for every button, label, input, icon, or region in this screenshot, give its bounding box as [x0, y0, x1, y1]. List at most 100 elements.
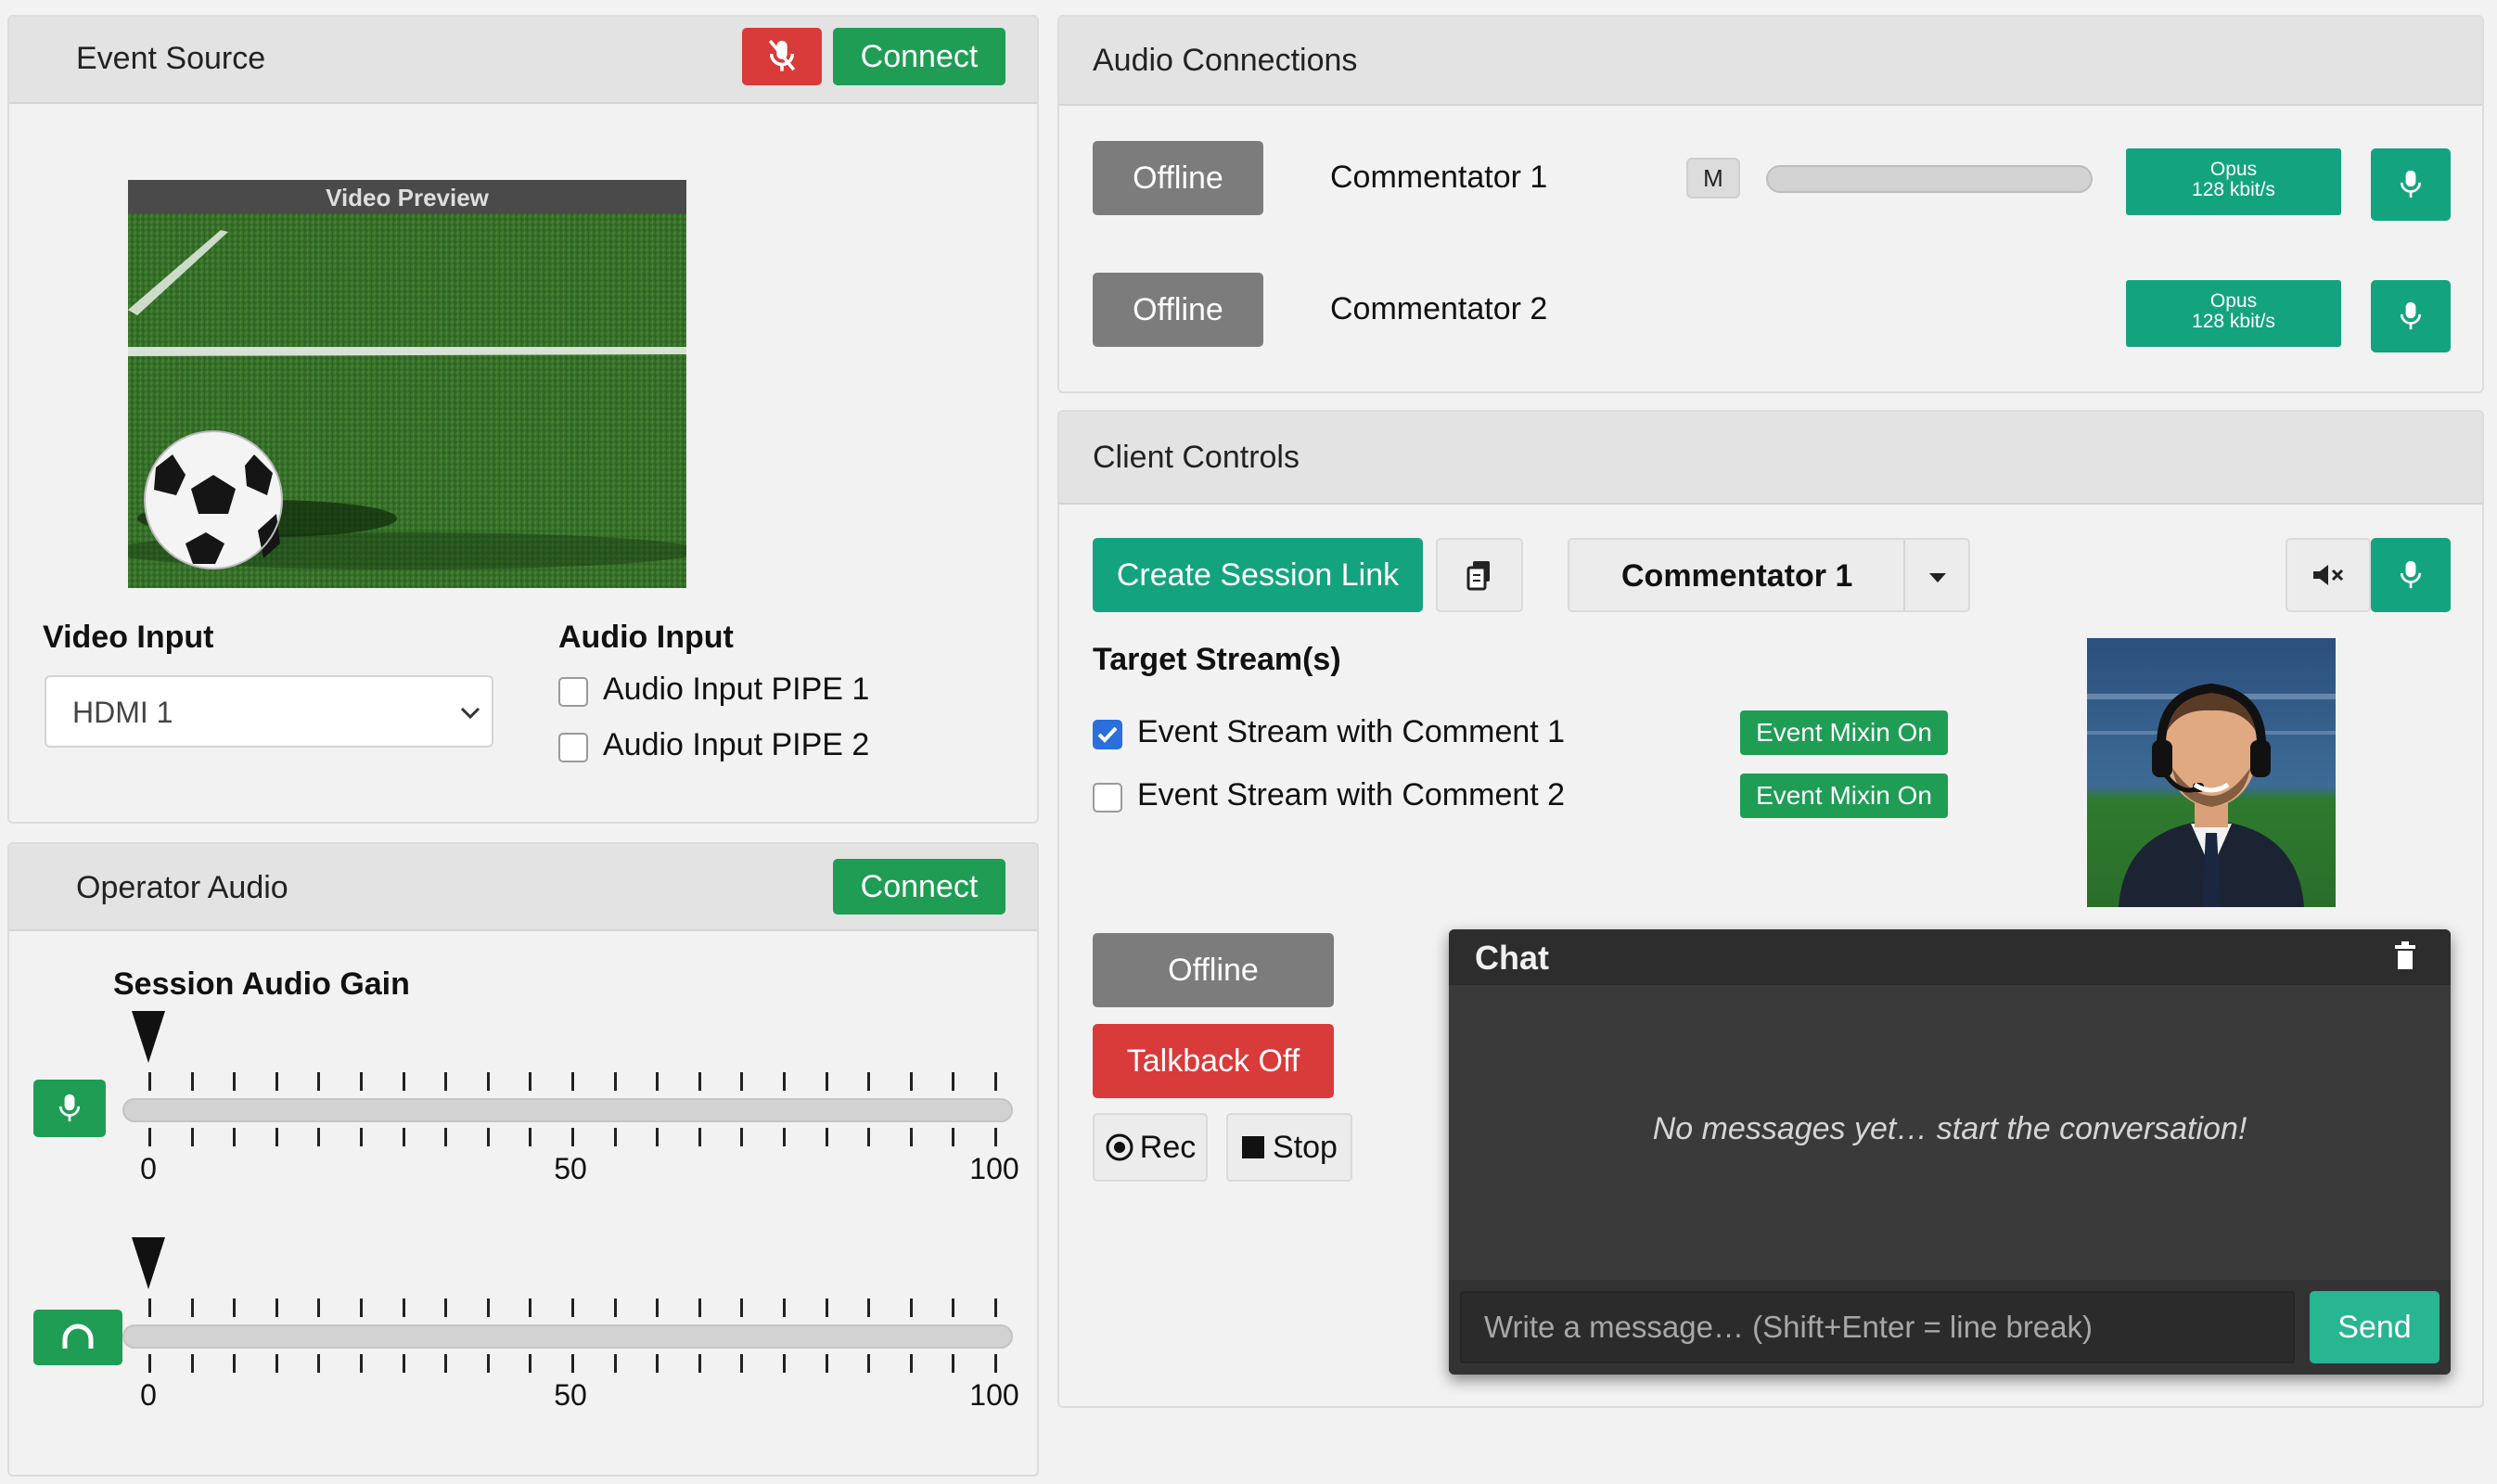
video-input-label: Video Input — [43, 620, 214, 655]
audio-input-pipe1-label: Audio Input PIPE 1 — [603, 672, 870, 707]
commentator2-name: Commentator 2 — [1330, 291, 1548, 326]
slider-tick — [740, 1354, 744, 1373]
slider-tick — [190, 1072, 194, 1091]
commentator1-codec-button[interactable]: Opus 128 kbit/s — [2126, 148, 2341, 215]
speaker-mute-button[interactable] — [2286, 538, 2371, 612]
mic-gain-button[interactable] — [33, 1080, 106, 1137]
slider-tick — [698, 1072, 701, 1091]
client-status-button[interactable]: Offline — [1093, 933, 1334, 1007]
slider-tick — [444, 1354, 448, 1373]
slider-tick — [190, 1298, 194, 1317]
headphones-gain-tick-label-100: 100 — [969, 1378, 1019, 1412]
chat-clear-button[interactable] — [2391, 940, 2425, 974]
commentator1-status-button[interactable]: Offline — [1093, 141, 1263, 215]
audio-input-pipe2-checkbox[interactable] — [558, 733, 588, 762]
slider-tick — [952, 1354, 955, 1373]
headphones-gain-slider-track[interactable] — [122, 1324, 1013, 1349]
slider-tick — [317, 1298, 321, 1317]
mic-gain-slider-track[interactable] — [122, 1098, 1013, 1122]
operator-audio-connect-button[interactable]: Connect — [833, 859, 1005, 915]
talkback-button[interactable]: Talkback Off — [1093, 1024, 1334, 1098]
headphones-gain-tick-label-50: 50 — [554, 1378, 587, 1412]
commentator1-codec-bitrate: 128 kbit/s — [2192, 179, 2275, 200]
chat-window: Chat No messages yet… start the conversa… — [1449, 929, 2451, 1375]
slider-tick — [317, 1354, 321, 1373]
create-session-link-button[interactable]: Create Session Link — [1093, 538, 1423, 612]
commentator-select-divider — [1903, 540, 1905, 610]
chat-send-button[interactable]: Send — [2310, 1291, 2439, 1363]
stop-button[interactable]: Stop — [1226, 1113, 1352, 1182]
headphones-gain-button[interactable] — [33, 1310, 122, 1365]
caret-down-icon — [1929, 573, 1946, 582]
mic-gain-slider-thumb[interactable] — [132, 1011, 165, 1063]
slider-tick — [825, 1298, 828, 1317]
commentator2-codec-button[interactable]: Opus 128 kbit/s — [2126, 280, 2341, 347]
slider-tick — [698, 1354, 701, 1373]
commentator1-mic-button[interactable] — [2371, 148, 2451, 221]
record-icon — [1106, 1133, 1133, 1161]
slider-tick — [698, 1298, 701, 1317]
chat-empty-message: No messages yet… start the conversation! — [1652, 1111, 2247, 1146]
commentator-select[interactable]: Commentator 1 — [1568, 538, 1970, 612]
slider-tick — [783, 1354, 786, 1373]
slider-tick — [402, 1072, 405, 1091]
audio-connections-title: Audio Connections — [1093, 43, 1358, 78]
mic-off-icon — [768, 39, 796, 71]
commentator2-mic-button[interactable] — [2371, 280, 2451, 352]
stream1-mixin-badge[interactable]: Event Mixin On — [1740, 710, 1948, 755]
mic-gain-tick-label-50: 50 — [554, 1152, 587, 1185]
stream2-mixin-badge[interactable]: Event Mixin On — [1740, 774, 1948, 818]
checkmark-icon — [1097, 726, 1118, 743]
event-source-connect-button[interactable]: Connect — [833, 28, 1005, 85]
slider-tick — [783, 1298, 786, 1317]
slider-tick — [402, 1128, 405, 1146]
slider-tick — [444, 1072, 448, 1091]
slider-tick — [994, 1298, 997, 1317]
copy-link-button[interactable] — [1436, 538, 1523, 612]
stream1-checkbox[interactable] — [1093, 720, 1122, 749]
slider-tick — [529, 1354, 532, 1373]
audio-input-pipe1-checkbox[interactable] — [558, 677, 588, 707]
mute-source-button[interactable] — [742, 28, 822, 85]
headphones-gain-slider[interactable]: 0 50 100 — [9, 1237, 1037, 1412]
commentator1-mute-button[interactable]: M — [1686, 158, 1740, 198]
slider-tick — [867, 1298, 871, 1317]
slider-tick — [613, 1072, 617, 1091]
record-button[interactable]: Rec — [1093, 1113, 1208, 1182]
audio-input-pipe2-label: Audio Input PIPE 2 — [603, 727, 870, 762]
slider-tick — [444, 1128, 448, 1146]
slider-tick — [613, 1128, 617, 1146]
mic-icon — [2400, 560, 2422, 589]
slider-tick — [275, 1128, 278, 1146]
video-input-select[interactable]: HDMI 1 — [45, 675, 493, 748]
operator-audio-panel: Operator Audio Connect Session Audio Gai… — [7, 842, 1039, 1477]
slider-tick — [233, 1072, 237, 1091]
slider-tick — [571, 1072, 574, 1091]
session-audio-gain-label: Session Audio Gain — [113, 966, 410, 1002]
commentator2-codec-name: Opus — [2209, 290, 2258, 312]
slider-tick — [867, 1072, 871, 1091]
slider-tick — [825, 1072, 828, 1091]
slider-tick — [275, 1072, 278, 1091]
slider-tick — [233, 1128, 237, 1146]
chat-message-input[interactable] — [1460, 1291, 2295, 1363]
client-mic-button[interactable] — [2371, 538, 2451, 612]
headphones-gain-tick-label-0: 0 — [140, 1378, 157, 1412]
slider-tick — [571, 1128, 574, 1146]
slider-tick — [952, 1072, 955, 1091]
video-preview-label: Video Preview — [326, 184, 489, 211]
slider-tick — [360, 1298, 363, 1317]
mic-gain-tick-label-100: 100 — [969, 1152, 1019, 1185]
headphones-gain-slider-thumb[interactable] — [132, 1237, 165, 1289]
stream2-checkbox[interactable] — [1093, 783, 1122, 812]
mic-gain-slider[interactable]: 0 50 100 — [9, 1011, 1037, 1185]
slider-tick — [909, 1128, 913, 1146]
stop-icon — [1242, 1136, 1265, 1158]
commentator2-status-button[interactable]: Offline — [1093, 273, 1263, 347]
slider-tick — [148, 1128, 151, 1146]
slider-tick — [233, 1298, 237, 1317]
slider-tick — [360, 1354, 363, 1373]
mic-icon — [2400, 170, 2422, 198]
slider-tick — [783, 1072, 786, 1091]
commentator2-codec-bitrate: 128 kbit/s — [2192, 311, 2275, 332]
